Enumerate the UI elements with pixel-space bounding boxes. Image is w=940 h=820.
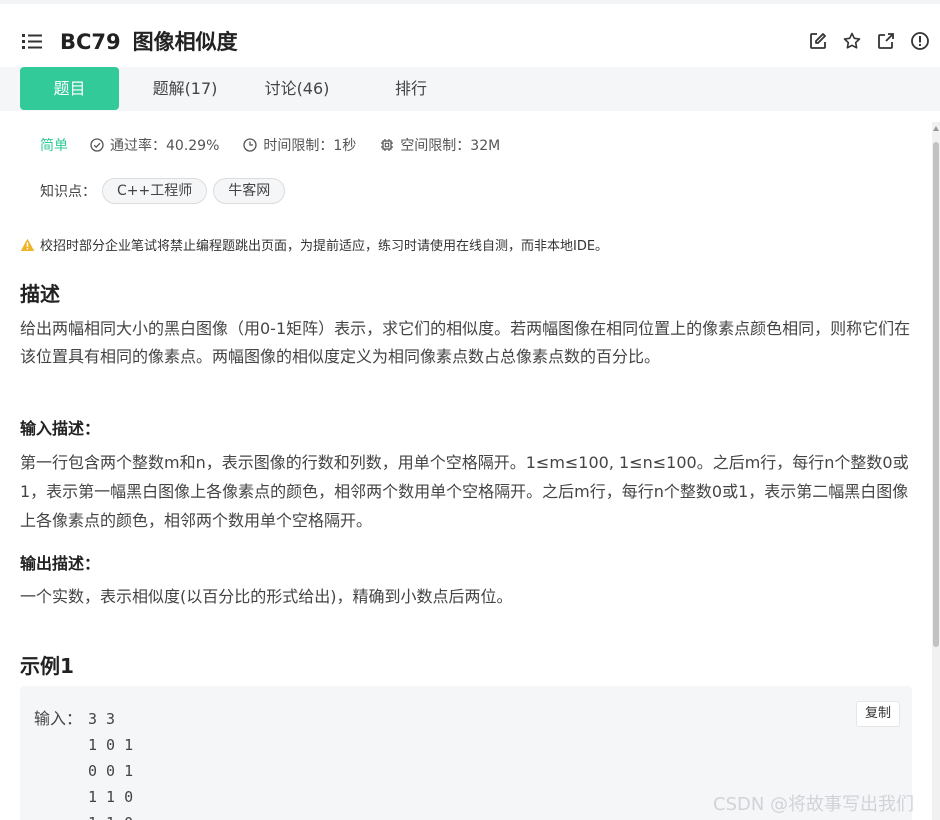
- time-limit: 时间限制：1秒: [243, 135, 356, 155]
- star-icon[interactable]: [842, 31, 862, 51]
- tab-ranking[interactable]: 排行: [366, 67, 456, 110]
- input-desc-text: 第一行包含两个整数m和n，表示图像的行数和列数，用单个空格隔开。1≤m≤100,…: [20, 453, 909, 530]
- example-input-code[interactable]: 3 3 1 0 1 0 0 1 1 1 0 1 1 0: [88, 706, 133, 820]
- problem-content: 简单 通过率：40.29% 时间限制：1秒 空间限制：32M 知识点： C++工…: [0, 111, 932, 820]
- space-limit-label: 空间限制：32M: [400, 138, 501, 154]
- problem-header: BC79 图像相似度: [0, 4, 940, 68]
- output-desc-heading: 输出描述：: [20, 554, 101, 573]
- problem-title: 图像相似度: [132, 30, 238, 54]
- input-desc-heading: 输入描述：: [20, 419, 101, 438]
- knowledge-label: 知识点：: [40, 184, 96, 200]
- header-actions: [808, 31, 930, 51]
- tag-cpp-engineer[interactable]: C++工程师: [102, 178, 208, 204]
- scroll-up-arrow-icon[interactable]: [933, 126, 939, 131]
- list-menu-icon[interactable]: [22, 32, 44, 50]
- description-heading: 描述: [20, 282, 60, 306]
- external-link-icon[interactable]: [876, 31, 896, 51]
- exam-notice: 校招时部分企业笔试将禁止编程题跳出页面，为提前适应，练习时请使用在线自测，而非本…: [20, 235, 608, 254]
- example-heading: 示例1: [20, 654, 74, 678]
- time-limit-label: 时间限制：1秒: [263, 138, 357, 154]
- copy-button[interactable]: 复制: [855, 701, 900, 727]
- page-title: BC79 图像相似度: [60, 26, 238, 56]
- tab-discussion[interactable]: 讨论(46): [252, 67, 342, 110]
- warning-icon: [20, 238, 35, 251]
- problem-meta: 简单 通过率：40.29% 时间限制：1秒 空间限制：32M: [40, 135, 524, 155]
- tab-problem[interactable]: 题目: [20, 67, 119, 110]
- description-text: 给出两幅相同大小的黑白图像（用0-1矩阵）表示，求它们的相似度。若两幅图像在相同…: [20, 319, 911, 366]
- chip-icon: [381, 139, 394, 151]
- edit-icon[interactable]: [808, 31, 828, 51]
- clock-icon: [243, 138, 258, 152]
- example-input-label: 输入：: [34, 709, 83, 728]
- problem-tabs: 题目 题解(17) 讨论(46) 排行: [0, 67, 940, 111]
- tag-nowcoder[interactable]: 牛客网: [213, 178, 286, 204]
- tab-solutions[interactable]: 题解(17): [140, 67, 230, 110]
- scrollbar-thumb[interactable]: [933, 142, 939, 647]
- difficulty-badge: 简单: [40, 138, 68, 154]
- content-scrollbar[interactable]: [932, 122, 940, 820]
- problem-id: BC79: [60, 30, 121, 54]
- notice-text: 校招时部分企业笔试将禁止编程题跳出页面，为提前适应，练习时请使用在线自测，而非本…: [40, 239, 609, 254]
- check-circle-icon: [90, 138, 104, 152]
- space-limit: 空间限制：32M: [380, 135, 500, 155]
- output-desc-text: 一个实数，表示相似度(以百分比的形式给出)，精确到小数点后两位。: [20, 587, 513, 606]
- pass-rate-label: 通过率：40.29%: [110, 138, 220, 154]
- knowledge-points: 知识点： C++工程师 牛客网: [40, 178, 286, 204]
- report-icon[interactable]: [910, 31, 930, 51]
- watermark: CSDN @将故事写出我们: [713, 794, 915, 815]
- pass-rate: 通过率：40.29%: [90, 135, 219, 155]
